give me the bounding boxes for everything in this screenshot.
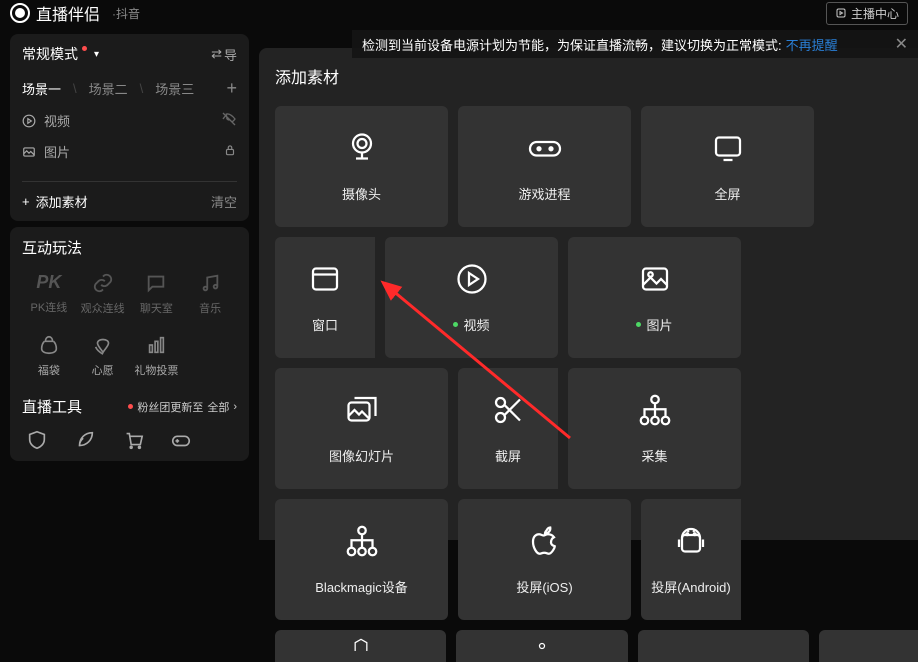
fans-update-link[interactable]: 粉丝团更新至 全部 › bbox=[128, 399, 237, 415]
scene-tab-1[interactable]: 场景一 bbox=[22, 79, 61, 98]
platform-subtitle: ·抖音 bbox=[112, 5, 140, 22]
source-blackmagic[interactable]: Blackmagic设备 bbox=[275, 499, 448, 620]
scene-tab-3[interactable]: 场景三 bbox=[155, 79, 194, 98]
audience-connect-button[interactable]: 观众连线 bbox=[76, 272, 130, 316]
close-icon[interactable]: ✕ bbox=[895, 34, 908, 54]
indicator-dot bbox=[453, 322, 458, 327]
source-extra-4[interactable] bbox=[819, 630, 918, 662]
source-video[interactable]: 视频 bbox=[385, 237, 558, 358]
cart-icon[interactable] bbox=[122, 429, 144, 451]
leaf-icon[interactable] bbox=[74, 429, 96, 451]
gamepad-icon bbox=[527, 130, 563, 166]
video-source-item[interactable]: 视频 bbox=[22, 111, 70, 130]
gamepad-icon[interactable] bbox=[170, 429, 192, 451]
monitor-icon bbox=[710, 130, 746, 166]
interact-panel: 互动玩法 PK PK连线 观众连线 聊天室 音乐 bbox=[10, 227, 249, 461]
play-circle-icon bbox=[454, 261, 490, 297]
source-capture[interactable]: 采集 bbox=[568, 368, 741, 489]
image-icon bbox=[637, 261, 673, 297]
music-button[interactable]: 音乐 bbox=[183, 272, 237, 316]
source-game[interactable]: 游戏进程 bbox=[458, 106, 631, 227]
wish-button[interactable]: 心愿 bbox=[76, 334, 130, 378]
chevron-right-icon: › bbox=[233, 401, 237, 413]
logo-icon bbox=[10, 3, 30, 23]
interact-title: 互动玩法 bbox=[22, 237, 237, 258]
scene-tabs: 场景一 \ 场景二 \ 场景三 + bbox=[22, 78, 237, 99]
notice-dismiss-link[interactable]: 不再提醒 bbox=[786, 35, 838, 54]
scissors-icon bbox=[490, 392, 526, 428]
add-source-modal: 添加素材 摄像头 游戏进程 全屏 窗口 视频 bbox=[259, 48, 918, 540]
hierarchy-icon bbox=[344, 523, 380, 559]
broadcast-icon bbox=[835, 7, 847, 19]
scene-tab-2[interactable]: 场景二 bbox=[89, 79, 128, 98]
wish-icon bbox=[92, 334, 114, 356]
slideshow-icon bbox=[344, 392, 380, 428]
add-scene-button[interactable]: + bbox=[226, 78, 237, 99]
power-notice-bar: 检测到当前设备电源计划为节能，为保证直播流畅，建议切换为正常模式: 不再提醒 ✕ bbox=[352, 30, 918, 58]
music-icon bbox=[199, 272, 221, 294]
logo-area: 直播伴侣 ·抖音 bbox=[10, 1, 140, 25]
source-grid: 摄像头 游戏进程 全屏 窗口 视频 图片 bbox=[275, 106, 918, 620]
hierarchy-icon bbox=[637, 392, 673, 428]
mode-dropdown[interactable]: 常规模式 bbox=[22, 44, 99, 64]
source-ios-cast[interactable]: 投屏(iOS) bbox=[458, 499, 631, 620]
scene-panel: 常规模式 ⇄ 导 场景一 \ 场景二 \ 场景三 + 视频 bbox=[10, 34, 249, 221]
import-button[interactable]: ⇄ 导 bbox=[211, 45, 237, 64]
pk-icon: PK bbox=[36, 272, 61, 293]
source-android-cast[interactable]: 投屏(Android) bbox=[641, 499, 741, 620]
app-header: 直播伴侣 ·抖音 主播中心 bbox=[0, 0, 918, 26]
window-icon bbox=[307, 261, 343, 297]
source-extra-2[interactable] bbox=[456, 630, 627, 662]
source-row-4 bbox=[275, 630, 918, 662]
pk-connect-button[interactable]: PK PK连线 bbox=[22, 272, 76, 316]
apple-icon bbox=[527, 523, 563, 559]
notice-text: 检测到当前设备电源计划为节能，为保证直播流畅，建议切换为正常模式: bbox=[362, 35, 782, 54]
luckybag-button[interactable]: 福袋 bbox=[22, 334, 76, 378]
source-extra-3[interactable] bbox=[638, 630, 809, 662]
app-title: 直播伴侣 bbox=[36, 1, 100, 25]
add-material-button[interactable]: + 添加素材 bbox=[22, 192, 88, 211]
notification-dot bbox=[82, 46, 87, 51]
source-slideshow[interactable]: 图像幻灯片 bbox=[275, 368, 448, 489]
left-panel: 常规模式 ⇄ 导 场景一 \ 场景二 \ 场景三 + 视频 bbox=[0, 26, 259, 540]
lock-icon[interactable] bbox=[223, 143, 237, 160]
play-icon bbox=[22, 114, 36, 128]
chat-icon bbox=[145, 272, 167, 294]
clear-button[interactable]: 清空 bbox=[211, 192, 237, 211]
vote-icon bbox=[145, 334, 167, 356]
visibility-icon[interactable] bbox=[221, 111, 237, 130]
chatroom-button[interactable]: 聊天室 bbox=[130, 272, 184, 316]
link-icon bbox=[92, 272, 114, 294]
modal-title: 添加素材 bbox=[275, 64, 918, 88]
shield-icon[interactable] bbox=[26, 429, 48, 451]
source-image[interactable]: 图片 bbox=[568, 237, 741, 358]
camera-icon bbox=[344, 130, 380, 166]
stream-center-button[interactable]: 主播中心 bbox=[826, 2, 908, 25]
notification-dot bbox=[128, 404, 133, 409]
source-window[interactable]: 窗口 bbox=[275, 237, 375, 358]
source-camera[interactable]: 摄像头 bbox=[275, 106, 448, 227]
source-icon bbox=[351, 636, 371, 656]
plus-icon: + bbox=[22, 194, 30, 209]
source-extra-1[interactable] bbox=[275, 630, 446, 662]
image-icon bbox=[22, 145, 36, 159]
source-screenshot[interactable]: 截屏 bbox=[458, 368, 558, 489]
image-source-item[interactable]: 图片 bbox=[22, 142, 70, 161]
android-icon bbox=[673, 523, 709, 559]
source-fullscreen[interactable]: 全屏 bbox=[641, 106, 814, 227]
gift-vote-button[interactable]: 礼物投票 bbox=[130, 334, 184, 378]
source-icon bbox=[532, 636, 552, 656]
indicator-dot bbox=[636, 322, 641, 327]
bag-icon bbox=[38, 334, 60, 356]
tools-title: 直播工具 bbox=[22, 396, 82, 417]
swap-icon: ⇄ bbox=[211, 46, 222, 62]
